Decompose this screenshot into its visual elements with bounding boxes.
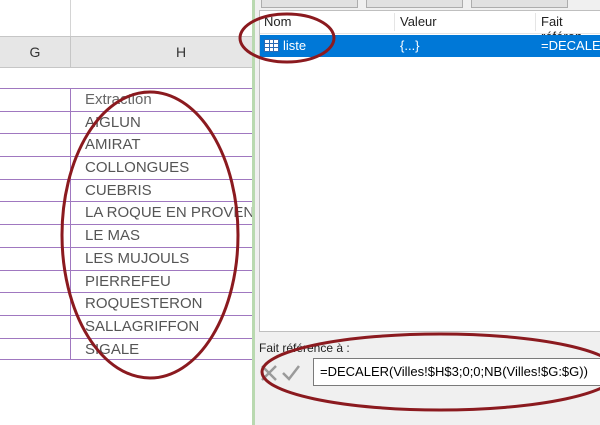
column-header-value[interactable]: Valeur xyxy=(400,14,437,29)
checkmark-icon xyxy=(282,365,300,381)
extraction-cell[interactable]: CUEBRIS xyxy=(70,178,252,202)
column-g-row-lines xyxy=(0,88,70,361)
column-header-name[interactable]: Nom xyxy=(264,14,291,29)
new-name-button[interactable] xyxy=(261,0,358,8)
extraction-cell[interactable]: SALLAGRIFFON xyxy=(70,314,252,338)
extraction-cell[interactable]: PIERREFEU xyxy=(70,269,252,293)
dialog-top-buttons xyxy=(255,0,600,8)
name-row-selected[interactable]: liste {...} =DECALER xyxy=(260,35,600,57)
extraction-cell[interactable]: COLLONGUES xyxy=(70,156,252,179)
edit-name-button[interactable] xyxy=(366,0,463,8)
refers-to-cell: =DECALER xyxy=(541,38,600,53)
cancel-edit-button[interactable] xyxy=(259,361,279,383)
extraction-cell[interactable]: LA ROQUE EN PROVENC xyxy=(70,201,252,225)
extraction-table: Extraction AIGLUN AMIRAT COLLONGUES CUEB… xyxy=(70,88,252,361)
spreadsheet: G H Extraction AIGLUN AMIRAT COLLONGUES … xyxy=(0,0,252,425)
name-cell: liste xyxy=(283,38,307,53)
confirm-edit-button[interactable] xyxy=(281,361,301,383)
extraction-cell[interactable]: ROQUESTERON xyxy=(70,292,252,315)
extraction-cell[interactable]: SIGALE xyxy=(70,337,252,361)
delete-name-button[interactable] xyxy=(471,0,568,8)
extraction-header-cell[interactable]: Extraction xyxy=(70,88,252,111)
column-headers: G H xyxy=(0,36,252,68)
value-cell: {...} xyxy=(400,38,420,53)
extraction-cell[interactable]: LE MAS xyxy=(70,224,252,247)
names-list[interactable]: Nom Valeur Fait référen liste {...} =DEC… xyxy=(259,10,600,332)
extraction-cell[interactable]: LES MUJOULS xyxy=(70,246,252,270)
names-list-header: Nom Valeur Fait référen xyxy=(260,11,600,44)
extraction-cell[interactable]: AIGLUN xyxy=(70,110,252,134)
extraction-cell[interactable]: AMIRAT xyxy=(70,133,252,157)
name-manager-dialog: Nom Valeur Fait référen liste {...} =DEC… xyxy=(255,0,600,425)
close-icon xyxy=(261,365,277,381)
sheet-top-strip xyxy=(0,0,252,36)
refers-to-label: Fait référence à : xyxy=(259,341,350,355)
table-range-icon xyxy=(264,39,279,52)
column-header-g[interactable]: G xyxy=(0,37,71,67)
column-header-h[interactable]: H xyxy=(71,37,252,67)
refers-to-input[interactable]: =DECALER(Villes!$H$3;0;0;NB(Villes!$G:$G… xyxy=(313,358,600,386)
